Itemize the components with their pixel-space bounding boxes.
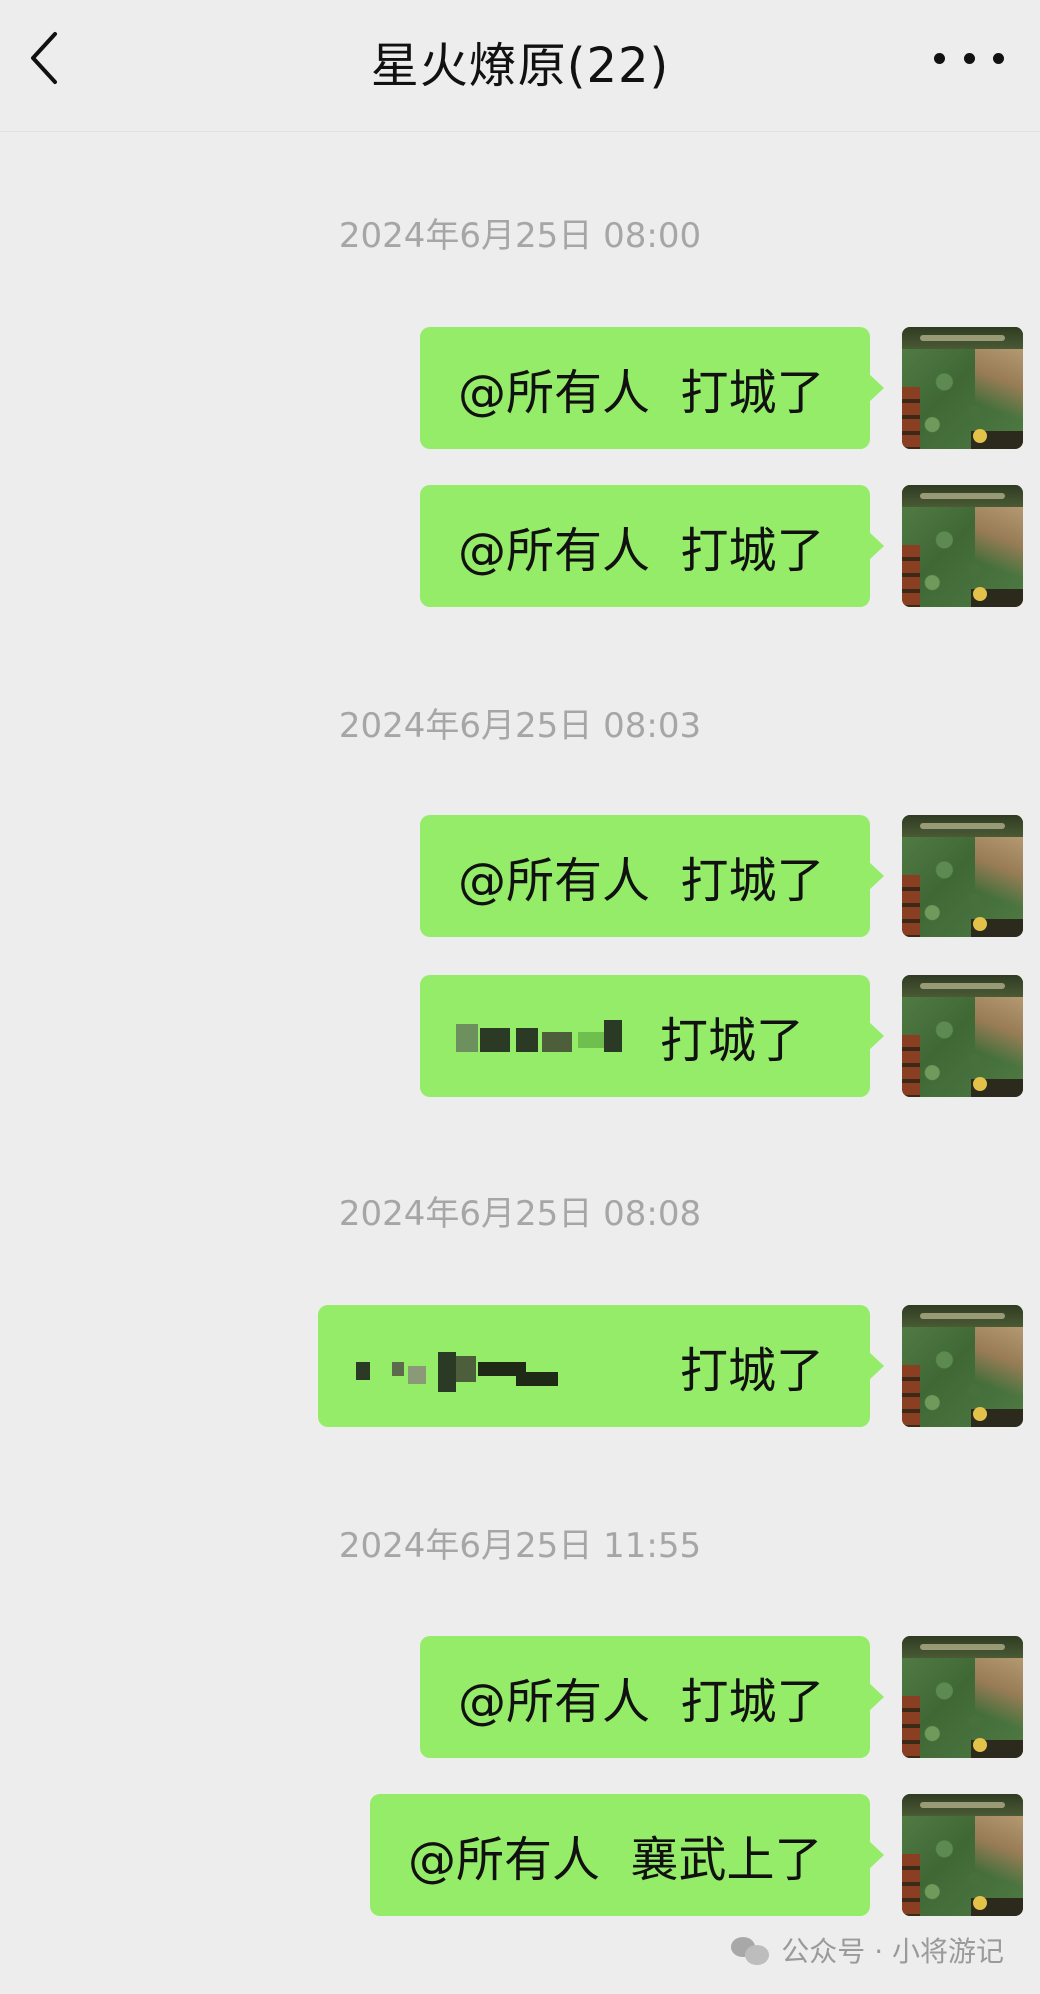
message-text: @所有人 打城了	[458, 1674, 825, 1730]
timestamp: 2024年6月25日 08:03	[338, 706, 702, 746]
message-bubble[interactable]: 打城了	[318, 1305, 884, 1427]
message-row: 打城了	[0, 1305, 1040, 1427]
redacted-mention	[456, 1006, 626, 1066]
more-dot	[993, 52, 1004, 64]
message-bubble[interactable]: @所有人 打城了	[420, 327, 884, 449]
message-bubble[interactable]: @所有人 襄武上了	[370, 1794, 884, 1916]
timestamp: 2024年6月25日 11:55	[338, 1526, 702, 1566]
message-bubble[interactable]: @所有人 打城了	[420, 485, 884, 607]
timestamp: 2024年6月25日 08:00	[338, 216, 702, 256]
message-row: 打城了	[0, 975, 1040, 1097]
message-text: @所有人 打城了	[458, 365, 825, 421]
wechat-icon	[731, 1935, 771, 1965]
avatar[interactable]	[902, 975, 1023, 1097]
message-row: @所有人 襄武上了	[0, 1794, 1040, 1916]
message-row: @所有人 打城了	[0, 485, 1040, 607]
message-text: 打城了	[680, 1343, 825, 1399]
redacted-mention	[356, 1336, 606, 1396]
avatar[interactable]	[902, 1794, 1023, 1916]
message-text: 打城了	[660, 1013, 805, 1069]
message-text: @所有人 襄武上了	[408, 1832, 823, 1888]
avatar[interactable]	[902, 485, 1023, 607]
message-row: @所有人 打城了	[0, 1636, 1040, 1758]
message-bubble[interactable]: @所有人 打城了	[420, 1636, 884, 1758]
avatar[interactable]	[902, 327, 1023, 449]
message-text: @所有人 打城了	[458, 523, 825, 579]
message-row: @所有人 打城了	[0, 815, 1040, 937]
more-dot	[963, 52, 975, 64]
timestamp: 2024年6月25日 08:08	[338, 1194, 702, 1234]
watermark-text: 公众号 · 小将游记	[781, 1935, 1004, 1968]
top-bar: 星火燎原(22)	[0, 0, 1040, 132]
more-button[interactable]	[934, 38, 1004, 78]
message-row: @所有人 打城了	[0, 327, 1040, 449]
message-text: @所有人 打城了	[458, 853, 825, 909]
message-bubble[interactable]: 打城了	[420, 975, 884, 1097]
avatar[interactable]	[902, 815, 1023, 937]
chat-title: 星火燎原(22)	[370, 38, 670, 94]
more-dot	[934, 52, 945, 64]
avatar[interactable]	[902, 1305, 1023, 1427]
avatar[interactable]	[902, 1636, 1023, 1758]
watermark: 公众号 · 小将游记	[731, 1930, 1004, 1970]
message-bubble[interactable]: @所有人 打城了	[420, 815, 884, 937]
